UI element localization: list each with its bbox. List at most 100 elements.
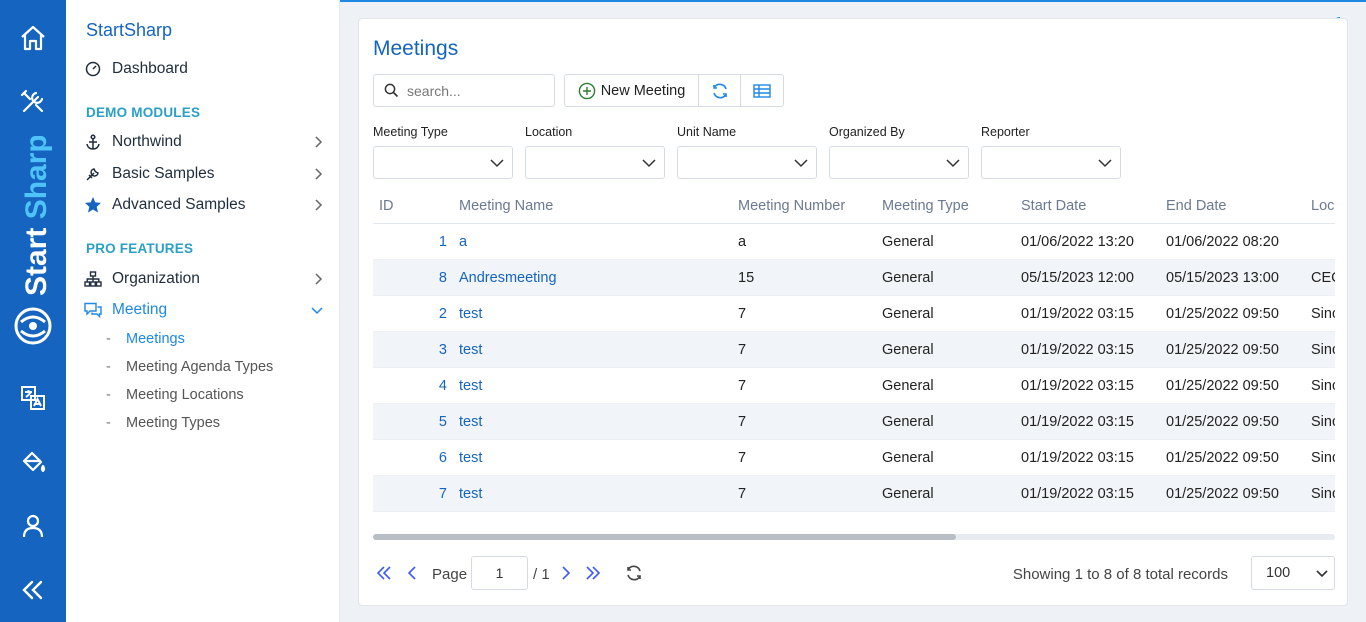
- column-header-meeting-type[interactable]: Meeting Type: [882, 198, 969, 214]
- sidebar-item-organization[interactable]: Organization: [84, 266, 330, 292]
- column-header-start-date[interactable]: Start Date: [1021, 198, 1086, 214]
- sidebar-item-advanced-samples[interactable]: Advanced Samples: [84, 192, 330, 218]
- next-page-icon[interactable]: [559, 564, 573, 582]
- anchor-icon: [84, 133, 102, 151]
- filter-label: Meeting Type: [373, 125, 448, 139]
- cell-meeting-name[interactable]: test: [459, 306, 482, 322]
- cell-end-date: 01/06/2022 08:20: [1166, 234, 1279, 250]
- cell-meeting-name[interactable]: Andresmeeting: [459, 270, 557, 286]
- sidebar: StartSharp Dashboard DEMO MODULES Northw…: [66, 0, 340, 622]
- table-row[interactable]: 5 test 7 General 01/19/2022 03:15 01/25/2022 …: [373, 404, 1335, 440]
- cell-start-date: 05/15/2023 12:00: [1021, 270, 1134, 286]
- sidebar-item-northwind[interactable]: Northwind: [84, 129, 330, 155]
- cell-end-date: 05/15/2023 13:00: [1166, 270, 1279, 286]
- cell-meeting-number: 7: [738, 414, 747, 430]
- sidebar-subitem-meeting-locations[interactable]: - Meeting Locations: [106, 384, 244, 406]
- sidebar-item-basic-samples[interactable]: Basic Samples: [84, 161, 330, 187]
- cell-start-date: 01/06/2022 13:20: [1021, 234, 1134, 250]
- chevron-down-icon: [311, 307, 323, 315]
- table-row[interactable]: 4 test 7 General 01/19/2022 03:15 01/25/2022 …: [373, 368, 1335, 404]
- paint-bucket-icon[interactable]: [0, 440, 66, 484]
- sidebar-subitem-label: Meeting Types: [126, 415, 221, 431]
- cell-start-date: 01/19/2022 03:15: [1021, 342, 1134, 358]
- sidebar-subitem-meeting-agenda-types[interactable]: - Meeting Agenda Types: [106, 356, 273, 378]
- previous-page-icon[interactable]: [405, 564, 419, 582]
- collapse-icon[interactable]: [0, 568, 66, 612]
- column-header-meeting-number[interactable]: Meeting Number: [738, 198, 845, 214]
- scrollbar-thumb[interactable]: [373, 534, 956, 540]
- filter-organized-by-select[interactable]: [829, 146, 969, 179]
- last-page-icon[interactable]: [584, 564, 602, 582]
- first-page-icon[interactable]: [375, 564, 393, 582]
- cell-meeting-name[interactable]: a: [459, 234, 467, 250]
- cell-id[interactable]: 3: [373, 342, 447, 358]
- cell-id[interactable]: 5: [373, 414, 447, 430]
- sidebar-item-label: Dashboard: [112, 60, 188, 77]
- cell-start-date: 01/19/2022 03:15: [1021, 306, 1134, 322]
- cell-id[interactable]: 1: [373, 234, 447, 250]
- search-icon: [384, 83, 399, 98]
- filter-meeting-type-select[interactable]: [373, 146, 513, 179]
- cell-meeting-name[interactable]: test: [459, 342, 482, 358]
- sidebar-item-label: Meeting: [112, 301, 168, 318]
- brand-text-sharp: Sharp: [20, 136, 53, 219]
- table-row[interactable]: 2 test 7 General 01/19/2022 03:15 01/25/2022 …: [373, 296, 1335, 332]
- table-row[interactable]: 1 a a General 01/06/2022 13:20 01/06/2022 08:…: [373, 224, 1335, 260]
- sidebar-item-dashboard[interactable]: Dashboard: [84, 56, 330, 82]
- filter-location: Location: [525, 125, 665, 179]
- cell-meeting-number: 7: [738, 486, 747, 502]
- column-header-id[interactable]: ID: [379, 198, 394, 214]
- translate-icon[interactable]: [0, 376, 66, 420]
- horizontal-scrollbar[interactable]: [373, 534, 1335, 540]
- add-circle-icon: [578, 82, 595, 99]
- cell-meeting-type: General: [882, 450, 934, 466]
- filter-unit-name-select[interactable]: [677, 146, 817, 179]
- cell-id[interactable]: 8: [373, 270, 447, 286]
- cell-start-date: 01/19/2022 03:15: [1021, 414, 1134, 430]
- cell-id[interactable]: 4: [373, 378, 447, 394]
- cell-end-date: 01/25/2022 09:50: [1166, 414, 1279, 430]
- filter-label: Organized By: [829, 125, 905, 139]
- cell-meeting-name[interactable]: test: [459, 450, 482, 466]
- cell-meeting-name[interactable]: test: [459, 486, 482, 502]
- chevron-right-icon: [315, 199, 323, 211]
- refresh-button[interactable]: [699, 75, 741, 106]
- table-row[interactable]: 3 test 7 General 01/19/2022 03:15 01/25/2022 …: [373, 332, 1335, 368]
- cell-id[interactable]: 2: [373, 306, 447, 322]
- column-picker-button[interactable]: [741, 75, 783, 106]
- cell-id[interactable]: 6: [373, 450, 447, 466]
- sidebar-item-meeting[interactable]: Meeting: [84, 297, 330, 323]
- reload-icon[interactable]: [625, 564, 643, 582]
- column-header-meeting-name[interactable]: Meeting Name: [459, 198, 553, 214]
- page-size-select[interactable]: 100: [1251, 556, 1335, 590]
- grid-card: Meetings New Meeting Meeting Type Locati…: [358, 18, 1348, 606]
- sidebar-subitem-meetings[interactable]: - Meetings: [106, 328, 185, 350]
- cell-meeting-name[interactable]: test: [459, 378, 482, 394]
- tools-icon[interactable]: [0, 80, 66, 124]
- cell-id[interactable]: 7: [373, 486, 447, 502]
- page-number-input[interactable]: [471, 556, 528, 590]
- table-row[interactable]: 8 Andresmeeting 15 General 05/15/2023 12:00 0…: [373, 260, 1335, 296]
- table-row[interactable]: 6 test 7 General 01/19/2022 03:15 01/25/2022 …: [373, 440, 1335, 476]
- brand-logo: Start Sharp: [14, 136, 53, 345]
- section-demo-modules: DEMO MODULES: [86, 105, 201, 120]
- sidebar-subitem-meeting-types[interactable]: - Meeting Types: [106, 412, 220, 434]
- cell-meeting-name[interactable]: test: [459, 414, 482, 430]
- cell-end-date: 01/25/2022 09:50: [1166, 450, 1279, 466]
- user-icon[interactable]: [0, 504, 66, 548]
- search-input[interactable]: [407, 82, 547, 99]
- new-meeting-button[interactable]: New Meeting: [565, 75, 699, 106]
- sidebar-item-label: Basic Samples: [112, 165, 215, 182]
- section-pro-features: PRO FEATURES: [86, 241, 194, 256]
- home-icon[interactable]: [0, 16, 66, 60]
- column-header-location[interactable]: Loc: [1311, 198, 1334, 214]
- sidebar-title: StartSharp: [86, 20, 173, 40]
- table-row[interactable]: 7 test 7 General 01/19/2022 03:15 01/25/2022 …: [373, 476, 1335, 512]
- column-header-end-date[interactable]: End Date: [1166, 198, 1226, 214]
- filter-reporter-select[interactable]: [981, 146, 1121, 179]
- icon-rail: Start Sharp: [0, 0, 66, 622]
- table-columns-icon: [753, 83, 771, 98]
- chevron-down-icon: [1316, 570, 1328, 578]
- sidebar-subitem-label: Meeting Locations: [126, 387, 244, 403]
- filter-location-select[interactable]: [525, 146, 665, 179]
